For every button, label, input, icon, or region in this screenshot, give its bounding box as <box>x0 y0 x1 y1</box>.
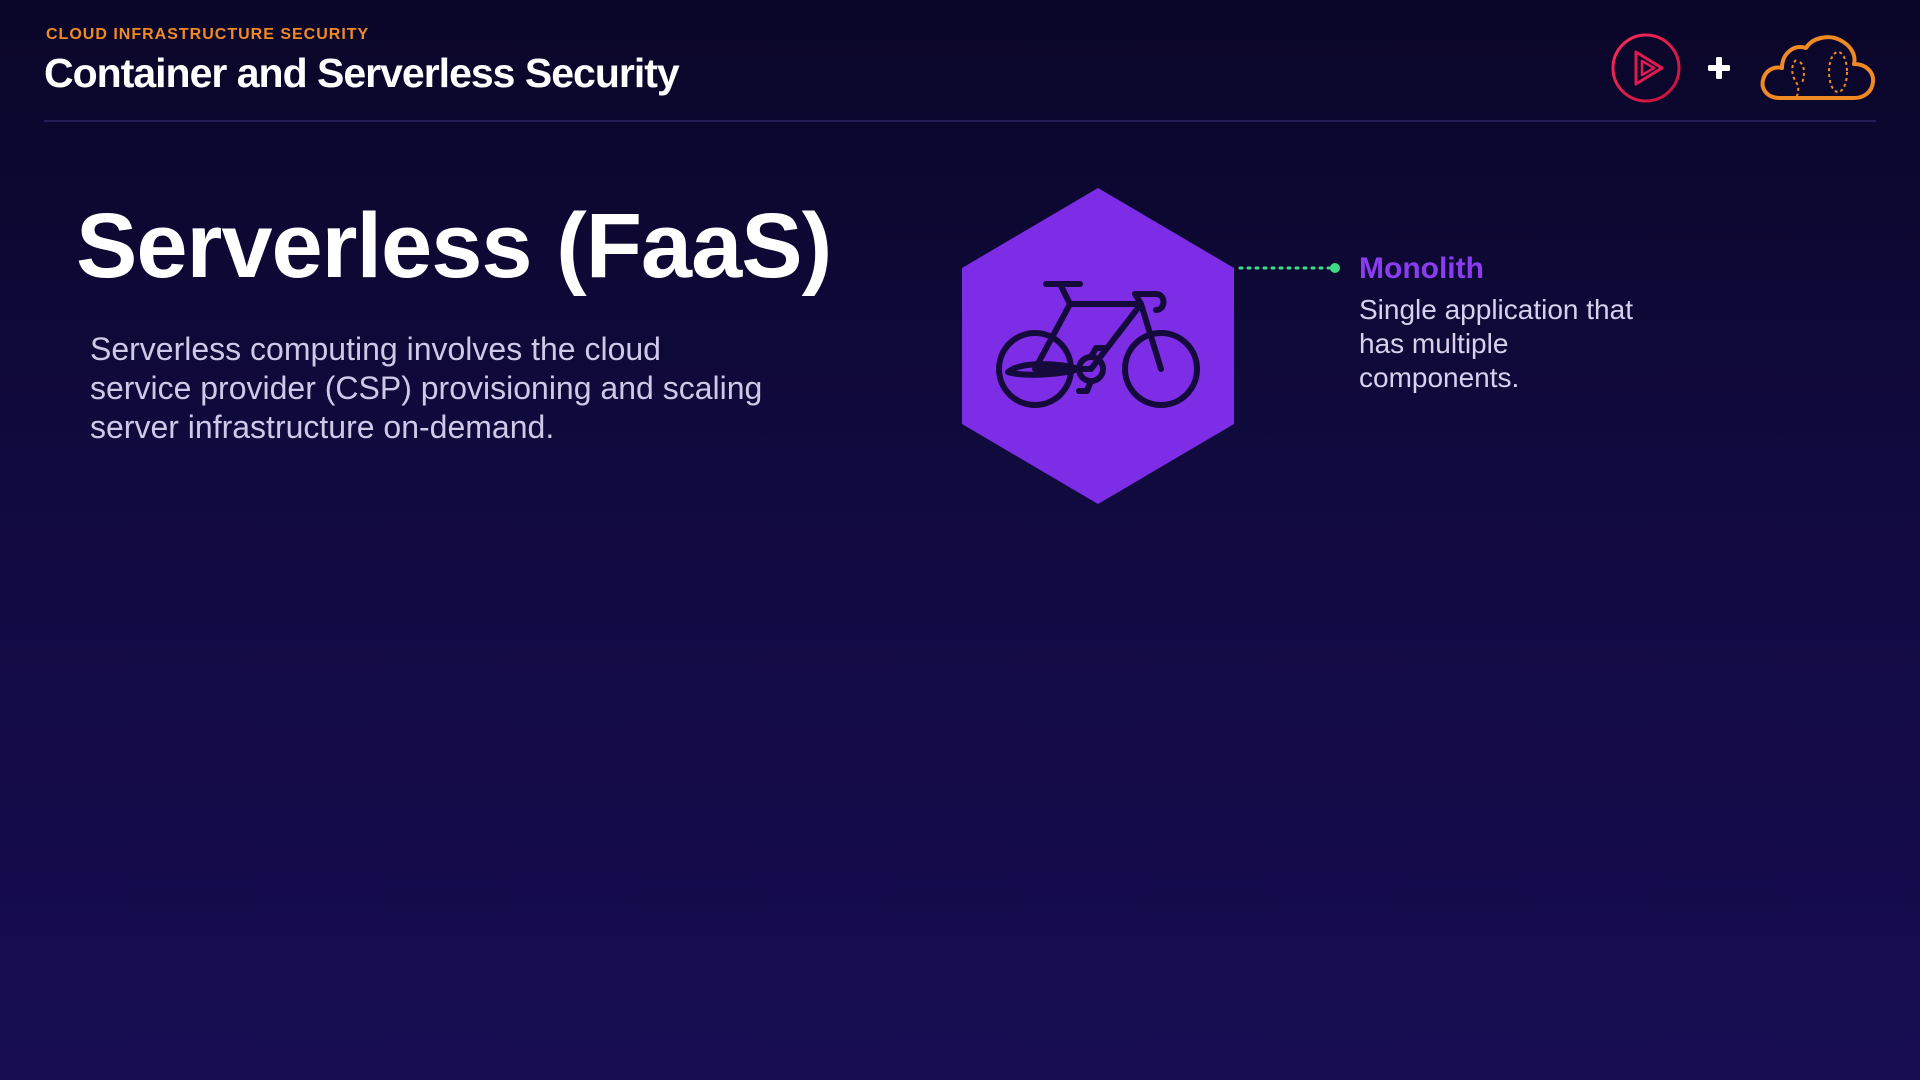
slide-title: Serverless (FaaS) <box>76 195 832 297</box>
course-eyebrow: CLOUD INFRASTRUCTURE SECURITY <box>46 26 370 43</box>
callout-body: Single application that has multiple com… <box>1359 294 1633 393</box>
slide-body-text: Serverless computing involves the cloud … <box>90 331 763 445</box>
cloud-logo-icon <box>1760 35 1876 100</box>
pluralsight-play-logo-icon <box>1611 33 1681 103</box>
slide-header: CLOUD INFRASTRUCTURE SECURITY Container … <box>44 26 1876 122</box>
monolith-callout: Monolith Single application that has mul… <box>1359 251 1719 395</box>
course-title: Container and Serverless Security <box>44 50 680 96</box>
plus-icon <box>1708 57 1730 79</box>
logo-group <box>1610 30 1876 106</box>
callout-title: Monolith <box>1359 252 1484 285</box>
callout-connector <box>1238 263 1340 273</box>
monolith-hexagon <box>962 188 1234 504</box>
